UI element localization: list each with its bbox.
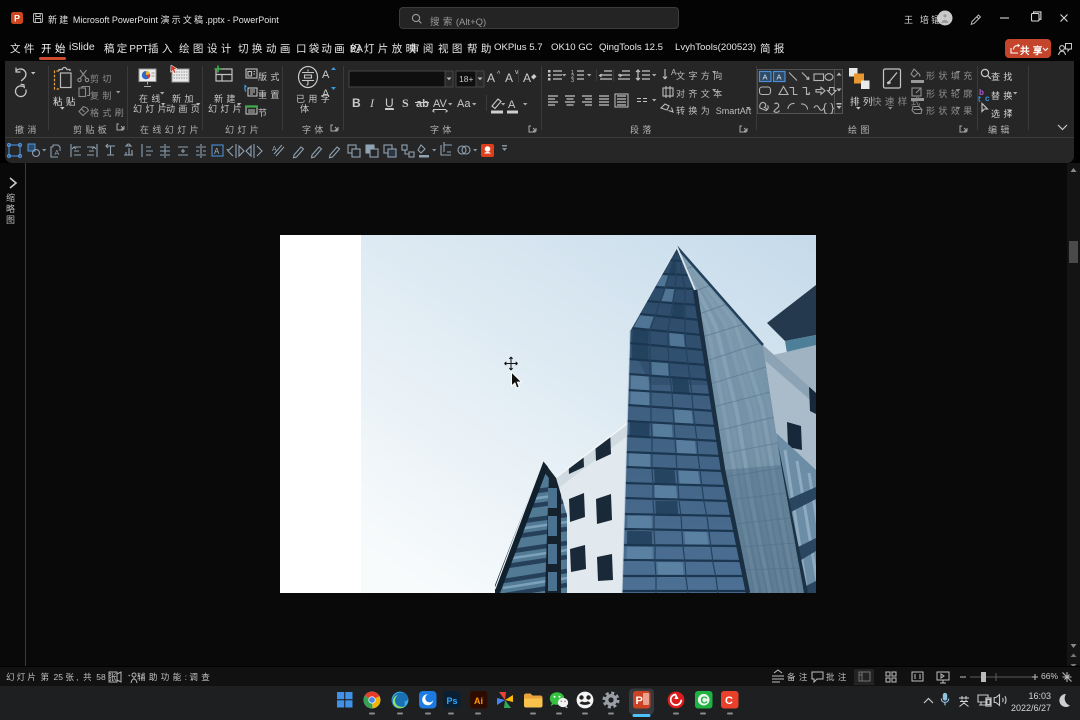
svg-text:A: A <box>505 71 513 85</box>
svg-text:ab: ab <box>416 98 429 110</box>
svg-text:3: 3 <box>571 78 574 84</box>
svg-text:b: b <box>979 88 984 97</box>
svg-text:C: C <box>701 696 708 707</box>
svg-text:Aa: Aa <box>457 98 471 110</box>
svg-text:S: S <box>402 96 409 110</box>
svg-text:A: A <box>55 150 60 157</box>
svg-text:P: P <box>636 695 643 707</box>
svg-text:A: A <box>763 73 768 82</box>
svg-text:A: A <box>322 69 330 81</box>
svg-text:B: B <box>352 96 361 110</box>
svg-text:AV: AV <box>433 98 448 110</box>
svg-text:U: U <box>385 96 394 110</box>
svg-text:A: A <box>777 73 782 82</box>
svg-text:A: A <box>214 147 220 156</box>
svg-text:A: A <box>508 99 516 111</box>
svg-text:18+: 18+ <box>459 74 473 84</box>
svg-text:^: ^ <box>497 71 501 78</box>
svg-text:Ai: Ai <box>474 696 483 706</box>
svg-text:Ps: Ps <box>447 696 458 706</box>
svg-text:A: A <box>272 146 277 153</box>
svg-text:c: c <box>985 94 990 103</box>
svg-text:I: I <box>369 96 375 110</box>
svg-text:A: A <box>487 71 495 85</box>
svg-text:A: A <box>523 71 531 85</box>
svg-text:C: C <box>725 695 733 707</box>
svg-text:P: P <box>14 14 20 24</box>
